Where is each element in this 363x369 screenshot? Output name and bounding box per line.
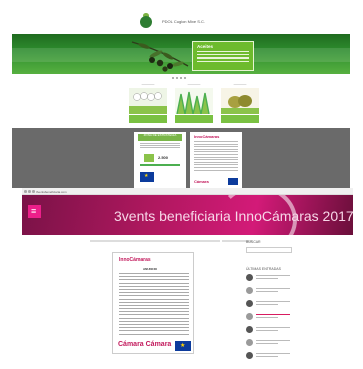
poster-heading: InnoCámaras	[194, 134, 220, 139]
innocamaras-poster[interactable]: InnoCámaras Cámara	[190, 132, 242, 188]
list-item[interactable]	[246, 352, 316, 365]
post-thumbnail	[246, 352, 253, 359]
olive-branch-image	[131, 41, 189, 72]
breadcrumb[interactable]	[90, 240, 220, 242]
sidebar: BUSCAR ÚLTIMAS ENTRADAS	[246, 240, 316, 365]
eu-flag-icon	[175, 341, 191, 351]
search-heading: BUSCAR	[246, 240, 261, 244]
list-item[interactable]	[246, 313, 316, 326]
post-thumbnail	[246, 274, 253, 281]
footer-section: ZONA DE ESTRATEGIA 2.500 InnoCámaras Cám…	[12, 128, 350, 188]
blog-screenshot: 3ventsbeneficiaria.com ≡ 3vents benefici…	[22, 188, 353, 369]
url-text: 3ventsbeneficiaria.com	[36, 189, 67, 194]
poster-logo	[144, 154, 154, 162]
blog-banner: ≡ 3vents beneficiaria InnoCámaras 2017	[22, 195, 353, 235]
list-item[interactable]	[246, 326, 316, 339]
list-item[interactable]	[246, 300, 316, 313]
recent-posts-list	[246, 274, 316, 365]
poster-footer: Cámara	[194, 179, 209, 184]
aceites-badge[interactable]: Aceites	[192, 41, 254, 71]
hero-banner: Aceites	[12, 34, 350, 74]
eu-flag-icon	[140, 172, 154, 182]
poster-footer: Cámara Cámara	[118, 341, 172, 348]
site-header: PDOL Cuglon Mixe S.C.	[12, 10, 350, 34]
lightbulbs-image	[129, 88, 167, 114]
olive-site-screenshot: PDOL Cuglon Mixe S.C. Aceites ────── ───…	[12, 10, 350, 188]
carousel-dots[interactable]	[172, 77, 192, 80]
strategy-poster[interactable]: ZONA DE ESTRATEGIA 2.500	[134, 132, 186, 188]
post-image[interactable]: InnoCámaras ANUNCIO Cámara Cámara	[112, 252, 194, 354]
olives-image	[221, 88, 259, 114]
post-thumbnail	[246, 287, 253, 294]
post-thumbnail	[246, 326, 253, 333]
feature-card[interactable]: ──────	[219, 82, 261, 126]
recent-posts-heading: ÚLTIMAS ENTRADAS	[246, 267, 281, 271]
browser-address-bar[interactable]: 3ventsbeneficiaria.com	[22, 188, 353, 195]
poster-heading: InnoCámaras	[119, 257, 151, 263]
poster-title: ZONA DE ESTRATEGIA	[138, 133, 182, 141]
menu-button[interactable]: ≡	[28, 205, 41, 218]
poster-subheading: ANUNCIO	[143, 267, 157, 271]
page-title: 3vents beneficiaria InnoCámaras 2017	[114, 208, 353, 224]
post-thumbnail	[246, 300, 253, 307]
search-input[interactable]	[246, 247, 292, 253]
list-item[interactable]	[246, 287, 316, 300]
badge-title: Aceites	[197, 44, 214, 49]
window-controls[interactable]	[24, 190, 35, 193]
list-item[interactable]	[246, 274, 316, 287]
list-item[interactable]	[246, 339, 316, 352]
grass-image	[175, 88, 213, 114]
feature-card[interactable]: ──────	[173, 82, 215, 126]
feature-cards: ────── ────── ──────	[127, 82, 267, 126]
site-logo[interactable]	[140, 16, 152, 28]
poster-amount: 2.500	[158, 155, 169, 160]
eu-flag-icon	[228, 178, 238, 185]
brand-name: PDOL Cuglon Mixe S.C.	[162, 19, 205, 24]
post-thumbnail	[246, 339, 253, 346]
hamburger-icon: ≡	[31, 206, 37, 216]
feature-card[interactable]: ──────	[127, 82, 169, 126]
post-thumbnail	[246, 313, 253, 320]
